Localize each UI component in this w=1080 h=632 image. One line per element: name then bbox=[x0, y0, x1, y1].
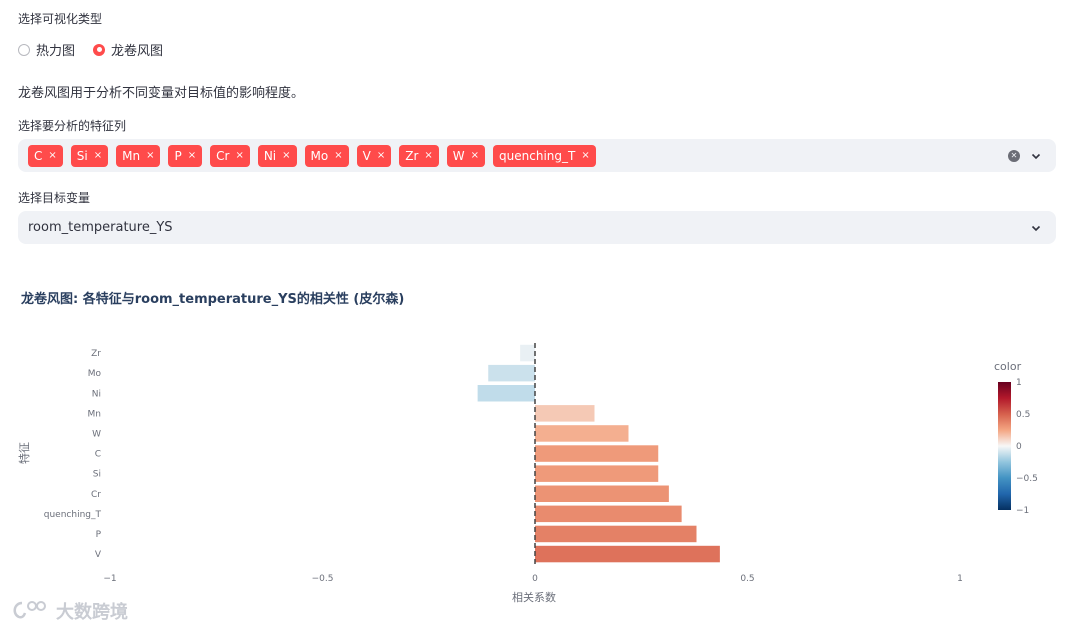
x-tick-label: −0.5 bbox=[312, 574, 334, 584]
tornado-chart: ZrMoNiMnWCSiCrquenching_TPV −1 −0.5 0 0.5 1 … bbox=[17, 343, 1038, 604]
feature-tag-label: Ni bbox=[263, 148, 277, 163]
feature-tag-label: P bbox=[174, 148, 182, 163]
feature-tag-label: C bbox=[34, 148, 43, 163]
x-tick-label: −1 bbox=[103, 574, 116, 584]
y-tick-label: C bbox=[95, 450, 101, 460]
clear-all-icon[interactable]: ✕ bbox=[1008, 149, 1020, 162]
y-tick-label: Si bbox=[93, 470, 101, 480]
watermark-text: 大数跨境 bbox=[56, 602, 128, 623]
feature-tag-label: V bbox=[362, 148, 371, 163]
radio-label-heatmap: 热力图 bbox=[36, 44, 76, 59]
remove-tag-icon[interactable]: × bbox=[581, 150, 589, 161]
colorbar-tick-label: 0 bbox=[1016, 442, 1022, 452]
remove-tag-icon[interactable]: × bbox=[334, 150, 342, 161]
bar-P bbox=[535, 525, 697, 543]
colorbar-tick-label: −1 bbox=[1016, 506, 1029, 516]
feature-tag-label: Mo bbox=[310, 148, 329, 163]
watermark-logo-icon bbox=[13, 601, 46, 619]
y-tick-label: V bbox=[95, 550, 102, 560]
watermark: 大数跨境 bbox=[10, 598, 128, 624]
y-tick-label: W bbox=[92, 429, 101, 439]
feature-tag[interactable]: Si × bbox=[70, 144, 109, 167]
viz-type-radio-group: 热力图 龙卷风图 bbox=[18, 40, 163, 59]
y-tick-label: Mo bbox=[88, 369, 102, 379]
feature-tag[interactable]: P × bbox=[168, 144, 203, 167]
feature-tag[interactable]: quenching_T × bbox=[493, 144, 596, 167]
feature-tag[interactable]: C × bbox=[28, 144, 63, 167]
chart-title: 龙卷风图: 各特征与room_temperature_YS的相关性 (皮尔森) bbox=[21, 292, 405, 307]
features-multiselect[interactable]: C × Si × Mn × P × Cr × Ni × Mo × V × Zr × W × quenching_T × ✕ bbox=[18, 139, 1056, 172]
bar-Ni bbox=[477, 385, 535, 402]
chevron-down-icon[interactable] bbox=[1030, 150, 1042, 162]
y-tick-label: Zr bbox=[91, 349, 101, 359]
x-tick-label: 0 bbox=[532, 574, 538, 584]
bar-Mo bbox=[488, 364, 535, 382]
chevron-down-icon[interactable] bbox=[1030, 222, 1042, 234]
remove-tag-icon[interactable]: × bbox=[424, 150, 432, 161]
radio-option-tornado[interactable]: 龙卷风图 bbox=[93, 40, 163, 59]
x-tick-label: 1 bbox=[957, 574, 963, 584]
remove-tag-icon[interactable]: × bbox=[94, 150, 102, 161]
y-tick-label: P bbox=[96, 530, 102, 540]
remove-tag-icon[interactable]: × bbox=[471, 150, 479, 161]
radio-unchecked-icon[interactable] bbox=[18, 43, 30, 56]
colorbar bbox=[998, 382, 1011, 510]
y-tick-label: quenching_T bbox=[44, 510, 102, 520]
remove-tag-icon[interactable]: × bbox=[377, 150, 385, 161]
selected-tags: C × Si × Mn × P × Cr × Ni × Mo × V × Zr × W × quenching_T × bbox=[18, 144, 596, 167]
feature-tag-label: Cr bbox=[216, 148, 230, 163]
bar-Zr bbox=[520, 344, 535, 362]
remove-tag-icon[interactable]: × bbox=[235, 150, 243, 161]
target-label: 选择目标变量 bbox=[18, 191, 91, 205]
x-axis-title: 相关系数 bbox=[512, 590, 556, 604]
remove-tag-icon[interactable]: × bbox=[282, 150, 290, 161]
colorbar-tick-label: −0.5 bbox=[1016, 474, 1038, 484]
target-select-value: room_temperature_YS bbox=[28, 220, 173, 235]
feature-tag[interactable]: V × bbox=[356, 144, 392, 167]
remove-tag-icon[interactable]: × bbox=[188, 150, 196, 161]
feature-tag[interactable]: Mn × bbox=[116, 144, 161, 167]
bar-W bbox=[535, 425, 629, 442]
feature-tag[interactable]: Cr × bbox=[210, 144, 250, 167]
feature-tag-label: quenching_T bbox=[499, 148, 576, 163]
radio-label-tornado: 龙卷风图 bbox=[111, 44, 164, 59]
target-select[interactable]: room_temperature_YS bbox=[18, 211, 1056, 244]
radio-option-heatmap[interactable]: 热力图 bbox=[18, 40, 75, 59]
bar-Cr bbox=[535, 485, 669, 502]
radio-checked-icon[interactable] bbox=[93, 43, 106, 56]
multiselect-controls: ✕ bbox=[1008, 139, 1042, 172]
remove-tag-icon[interactable]: × bbox=[146, 150, 154, 161]
y-axis-title: 特征 bbox=[17, 442, 31, 464]
viz-type-label: 选择可视化类型 bbox=[18, 12, 103, 26]
feature-tag[interactable]: W × bbox=[446, 144, 486, 167]
features-label: 选择要分析的特征列 bbox=[18, 119, 127, 133]
bar-Si bbox=[535, 465, 659, 482]
colorbar-title: color bbox=[994, 360, 1022, 373]
feature-tag-label: Zr bbox=[405, 148, 419, 163]
bar-C bbox=[535, 445, 659, 462]
colorbar-tick-label: 1 bbox=[1016, 378, 1022, 388]
bar-V bbox=[535, 545, 720, 563]
feature-tag[interactable]: Ni × bbox=[257, 144, 297, 167]
feature-tag[interactable]: Mo × bbox=[304, 144, 349, 167]
x-tick-label: 0.5 bbox=[740, 574, 754, 584]
bar-Mn bbox=[535, 405, 595, 422]
remove-tag-icon[interactable]: × bbox=[48, 150, 56, 161]
bar-quenching_T bbox=[535, 505, 682, 523]
y-tick-label: Mn bbox=[88, 409, 101, 419]
feature-tag[interactable]: Zr × bbox=[399, 144, 439, 167]
description-text: 龙卷风图用于分析不同变量对目标值的影响程度。 bbox=[18, 86, 305, 101]
feature-tag-label: W bbox=[452, 148, 465, 163]
y-tick-label: Cr bbox=[91, 490, 101, 500]
feature-tag-label: Si bbox=[76, 148, 88, 163]
y-tick-label: Ni bbox=[92, 389, 101, 399]
feature-tag-label: Mn bbox=[122, 148, 141, 163]
colorbar-tick-label: 0.5 bbox=[1016, 410, 1030, 420]
